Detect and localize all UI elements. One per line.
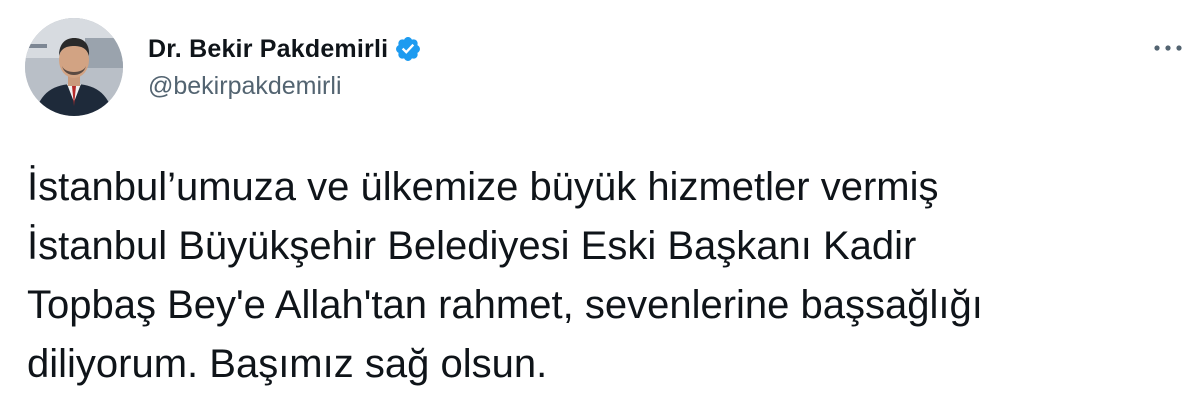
tweet-text-line: İstanbul’umuza ve ülkemize büyük hizmetl… [27, 165, 939, 209]
tweet-text-line: diliyorum. Başımız sağ olsun. [27, 342, 548, 386]
author-name-row: Dr. Bekir Pakdemirli [148, 32, 422, 66]
author-display-name[interactable]: Dr. Bekir Pakdemirli [148, 35, 388, 64]
verified-badge-icon [394, 35, 422, 63]
more-horizontal-icon [1154, 45, 1182, 51]
tweet-text-line: Topbaş Bey'e Allah'tan rahmet, sevenleri… [27, 283, 983, 327]
avatar[interactable] [25, 18, 123, 116]
tweet-text-line: İstanbul Büyükşehir Belediyesi Eski Başk… [27, 224, 917, 268]
tweet-card: Dr. Bekir Pakdemirli @bekirpakdemirli İs… [0, 0, 1200, 412]
more-options-button[interactable] [1148, 38, 1188, 58]
tweet-text: İstanbul’umuza ve ülkemize büyük hizmetl… [27, 158, 1177, 394]
avatar-image [25, 18, 123, 116]
author-handle[interactable]: @bekirpakdemirli [148, 72, 342, 101]
